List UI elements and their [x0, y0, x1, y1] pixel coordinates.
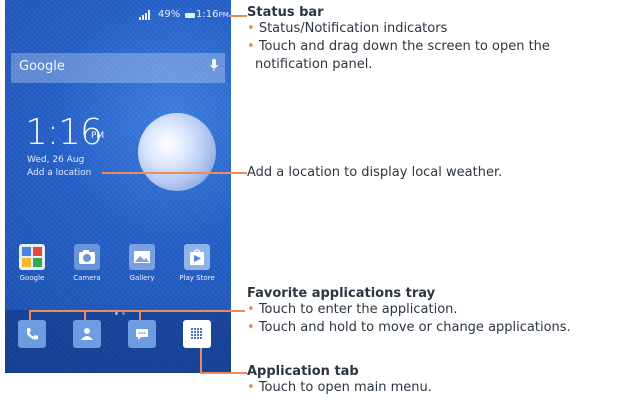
status-bar[interactable]: 49% 1:16PM: [5, 0, 231, 30]
app-drawer-icon[interactable]: [183, 320, 211, 348]
app-label: Google: [19, 274, 45, 282]
clock-suffix: PM: [91, 131, 105, 141]
app-camera[interactable]: Camera: [69, 244, 105, 282]
annotation-text: Touch and hold to move or change applica…: [258, 320, 571, 335]
app-tab-connector-horizontal: [200, 372, 247, 374]
status-time-value: 1:16: [196, 9, 219, 20]
annotation-text: Status/Notification indicators: [258, 21, 448, 36]
play-store-icon: [184, 244, 210, 270]
signal-icon: [139, 10, 151, 23]
annotation-bullet: • Touch and hold to move or change appli…: [247, 320, 571, 335]
app-label: Gallery: [129, 274, 155, 282]
contacts-icon[interactable]: [73, 320, 101, 348]
add-location-link[interactable]: Add a location: [27, 168, 91, 178]
annotation-text: Add a location to display local weather.: [247, 165, 503, 180]
annotation-bullet: • Status/Notification indicators: [247, 21, 448, 36]
favorites-connector-leg: [139, 310, 141, 320]
annotation-title: Favorite applications tray: [247, 286, 436, 301]
status-time-suffix: PM: [218, 11, 229, 19]
favorites-connector-tail: [217, 310, 245, 312]
annotation-title: Status bar: [247, 5, 324, 20]
annotation-text: Touch and drag down the screen to open t…: [258, 39, 550, 54]
favorites-connector-horizontal: [29, 310, 217, 312]
clock-date: Wed, 26 Aug: [27, 155, 85, 165]
phone-screenshot: 49% 1:16PM Google 1:16 PM Wed, 26 Aug Ad…: [5, 0, 231, 403]
camera-icon: [74, 244, 100, 270]
messaging-icon[interactable]: [128, 320, 156, 348]
app-tab-annotation: Application tab • Touch to open main men…: [247, 364, 432, 397]
weather-annotation: Add a location to display local weather.: [247, 164, 502, 182]
annotation-bullet: • Touch to enter the application.: [247, 302, 458, 317]
app-google[interactable]: Google: [14, 244, 50, 282]
app-play-store[interactable]: Play Store: [179, 244, 215, 282]
annotation-bullet: • Touch and drag down the screen to open…: [247, 39, 550, 54]
microphone-icon[interactable]: [209, 58, 219, 78]
battery-level: 49%: [158, 9, 181, 20]
location-connector: [102, 172, 247, 174]
app-gallery[interactable]: Gallery: [124, 244, 160, 282]
status-bar-annotation: Status bar • Status/Notification indicat…: [247, 5, 550, 74]
favorites-connector-leg: [84, 310, 86, 320]
status-time: 1:16PM: [196, 9, 229, 20]
gallery-icon: [129, 244, 155, 270]
battery-icon: [185, 13, 195, 18]
annotation-text: Touch to enter the application.: [258, 302, 458, 317]
annotation-bullet: • Touch to open main menu.: [247, 380, 432, 395]
annotation-text: Touch to open main menu.: [258, 380, 432, 395]
google-folder-icon: [19, 244, 45, 270]
weather-moon-icon[interactable]: [138, 113, 216, 191]
search-label: Google: [19, 59, 65, 74]
google-search-bar[interactable]: Google: [11, 53, 225, 83]
app-label: Camera: [73, 274, 101, 282]
status-bar-connector: [229, 15, 247, 17]
phone-icon[interactable]: [18, 320, 46, 348]
app-label: Play Store: [179, 274, 215, 282]
favorites-annotation: Favorite applications tray • Touch to en…: [247, 286, 571, 337]
app-tab-connector-vertical: [200, 348, 202, 373]
favorites-connector-leg: [29, 310, 31, 320]
home-screen: 49% 1:16PM Google 1:16 PM Wed, 26 Aug Ad…: [5, 0, 231, 373]
annotation-bullet-continuation: notification panel.: [255, 57, 373, 72]
annotation-title: Application tab: [247, 364, 359, 379]
